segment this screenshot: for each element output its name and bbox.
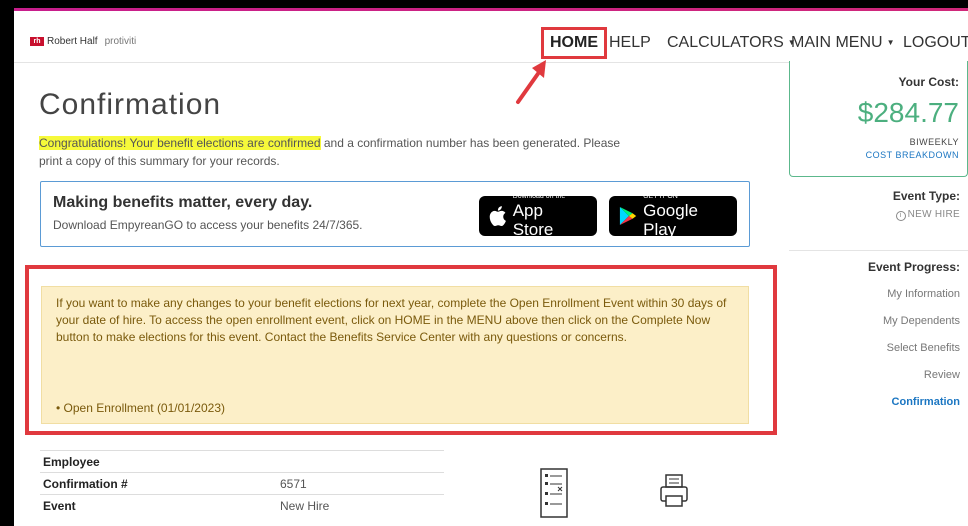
app-store-big: App Store	[512, 201, 554, 239]
enrollment-form-icon[interactable]	[540, 468, 570, 518]
summary-table: Employee Confirmation # 6571 Event New H…	[40, 450, 444, 516]
cost-period: BIWEEKLY	[909, 137, 959, 147]
brand-name: Robert Half	[47, 36, 98, 47]
notice-text: If you want to make any changes to your …	[56, 296, 727, 344]
cost-card: Your Cost: $284.77 BIWEEKLY COST BREAKDO…	[789, 61, 968, 177]
app-store-text: Download on the App Store	[513, 193, 587, 239]
caret-down-icon: ▼	[886, 38, 895, 47]
header: rh Robert Half protiviti HOME HELP CALCU…	[14, 11, 968, 63]
progress-step-my-dependents[interactable]: My Dependents	[789, 314, 960, 341]
nav-calculators-label: CALCULATORS	[667, 34, 784, 51]
apple-icon	[489, 206, 506, 227]
cost-label: Your Cost:	[898, 75, 959, 89]
event-type-value-wrap: i NEW HIRE	[789, 209, 960, 221]
confirmation-message: Congratulations! Your benefit elections …	[39, 134, 639, 170]
page-title: Confirmation	[39, 88, 222, 121]
google-play-text: GET IT ON Google Play	[643, 193, 727, 239]
bullet-date: (01/01/2023)	[156, 401, 225, 415]
app-download-banner: Making benefits matter, every day. Downl…	[40, 181, 750, 247]
progress-step-confirmation[interactable]: Confirmation	[789, 395, 960, 422]
brand-logo[interactable]: rh Robert Half protiviti	[30, 36, 136, 47]
nav-help[interactable]: HELP	[609, 34, 651, 52]
cost-value: $284.77	[857, 97, 959, 128]
row-value: 6571	[280, 476, 307, 491]
event-progress-panel: Event Progress: My Information My Depend…	[789, 260, 968, 422]
table-row: Event New Hire	[40, 494, 444, 516]
table-row: Confirmation # 6571	[40, 472, 444, 494]
table-row: Employee	[40, 450, 444, 472]
row-value: New Hire	[280, 498, 330, 513]
print-icon[interactable]	[660, 474, 688, 508]
app-store-small: Download on the	[512, 193, 566, 200]
info-icon[interactable]: i	[895, 211, 906, 221]
nav-main-menu-label: MAIN MENU	[791, 34, 883, 51]
banner-title: Making benefits matter, every day.	[53, 194, 313, 211]
bullet-dot-icon: •	[56, 401, 64, 415]
event-type-value: NEW HIRE	[907, 209, 960, 220]
nav-logout[interactable]: LOGOUT	[903, 34, 968, 52]
cost-breakdown-link[interactable]: COST BREAKDOWN	[866, 150, 959, 160]
event-progress-label: Event Progress:	[867, 260, 960, 274]
google-play-big: Google Play	[643, 201, 698, 239]
notice-bullet-item: • Open Enrollment (01/01/2023)	[56, 400, 225, 417]
google-play-icon	[619, 206, 637, 226]
event-type-label: Event Type:	[892, 189, 960, 203]
bullet-label: Open Enrollment	[63, 401, 157, 415]
progress-step-review[interactable]: Review	[789, 368, 960, 395]
google-play-small: GET IT ON	[643, 193, 678, 200]
progress-step-select-benefits[interactable]: Select Benefits	[789, 341, 960, 368]
open-enrollment-notice: If you want to make any changes to your …	[41, 286, 749, 424]
app-window: rh Robert Half protiviti HOME HELP CALCU…	[14, 8, 968, 526]
nav-calculators[interactable]: CALCULATORS ▼	[667, 34, 796, 52]
banner-subtitle: Download EmpyreanGO to access your benef…	[53, 218, 363, 232]
progress-step-my-information[interactable]: My Information	[789, 287, 960, 314]
congrats-highlight: Congratulations! Your benefit elections …	[39, 136, 321, 150]
app-store-button[interactable]: Download on the App Store	[479, 193, 597, 239]
brand-sub: protiviti	[104, 36, 137, 47]
nav-main-menu[interactable]: MAIN MENU ▼	[791, 34, 894, 52]
robert-half-logo-mark: rh	[30, 37, 44, 46]
row-key: Employee	[43, 454, 100, 469]
nav-home[interactable]: HOME	[541, 27, 607, 59]
red-arrow-annotation	[516, 60, 546, 104]
google-play-button[interactable]: GET IT ON Google Play	[609, 193, 737, 239]
event-type-panel: Event Type: i NEW HIRE	[789, 189, 968, 251]
row-key: Confirmation #	[43, 476, 128, 491]
row-key: Event	[43, 498, 76, 513]
